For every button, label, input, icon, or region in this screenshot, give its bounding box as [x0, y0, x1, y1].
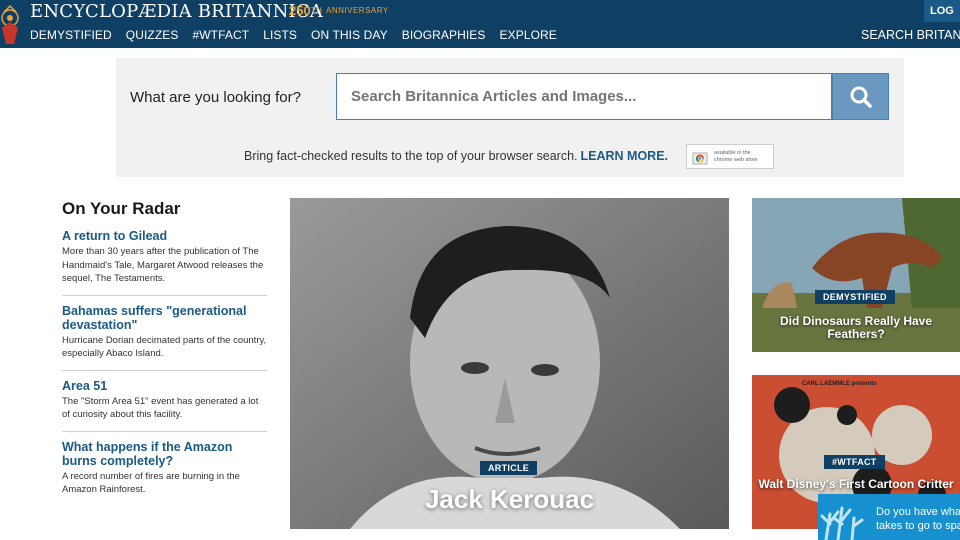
anniversary-suffix: TH — [310, 6, 323, 15]
nav-quizzes[interactable]: QUIZZES — [126, 28, 179, 42]
nav-lists[interactable]: LISTS — [263, 28, 297, 42]
anniversary-text: ANNIVERSARY — [326, 6, 389, 15]
radar-headline[interactable]: What happens if the Amazon burns complet… — [62, 440, 267, 468]
popup-text: Do you have wha takes to go to spa — [876, 505, 960, 533]
radar-headline[interactable]: Bahamas suffers "generational devastatio… — [62, 304, 267, 332]
chrome-badge-text: available in the chrome web store — [714, 150, 758, 164]
login-button[interactable]: LOG — [924, 0, 960, 22]
top-header: ENCYCLOPÆDIA BRITANNICA 250TH ANNIVERSAR… — [0, 0, 960, 48]
popup-line1: Do you have wha — [876, 506, 960, 518]
list-item[interactable]: What happens if the Amazon burns complet… — [62, 440, 267, 506]
promo-popup[interactable]: Do you have wha takes to go to spa — [818, 494, 960, 540]
browser-extension-promo: Bring fact-checked results to the top of… — [244, 149, 668, 163]
britannica-thistle-logo[interactable] — [0, 2, 26, 46]
demystified-badge: DEMYSTIFIED — [815, 290, 895, 304]
nav-wtfact[interactable]: #WTFACT — [192, 28, 249, 42]
radar-heading: On Your Radar — [62, 199, 181, 218]
nav-explore[interactable]: EXPLORE — [500, 28, 557, 42]
learn-more-link[interactable]: LEARN MORE. — [581, 149, 669, 163]
card-title[interactable]: Did Dinosaurs Really Have Feathers? — [752, 315, 960, 341]
featured-article-card[interactable]: ARTICLE Jack Kerouac — [290, 198, 729, 529]
chrome-web-store-badge[interactable]: available in the chrome web store — [686, 144, 774, 169]
search-icon — [850, 86, 872, 108]
poster-caption: CARL LAEMMLE presents — [802, 381, 877, 387]
anniversary-badge: 250TH ANNIVERSARY — [289, 3, 389, 18]
chrome-badge-line2: chrome web store — [714, 157, 758, 163]
nav-search-britannica[interactable]: SEARCH BRITANNICA — [861, 28, 960, 42]
chrome-store-icon — [692, 152, 708, 165]
list-item[interactable]: A return to Gilead More than 30 years af… — [62, 229, 267, 296]
nav-on-this-day[interactable]: ON THIS DAY — [311, 28, 388, 42]
search-button[interactable] — [832, 73, 889, 120]
list-item[interactable]: Area 51 The "Storm Area 51" event has ge… — [62, 379, 267, 432]
wtfact-badge: #WTFACT — [824, 455, 885, 469]
search-panel: What are you looking for? Bring fact-che… — [116, 58, 904, 177]
demystified-card[interactable]: DEMYSTIFIED Did Dinosaurs Really Have Fe… — [752, 198, 960, 352]
search-input[interactable] — [351, 88, 821, 105]
search-prompt: What are you looking for? — [130, 89, 301, 106]
search-box[interactable] — [336, 73, 832, 120]
article-badge: ARTICLE — [480, 461, 538, 475]
portrait-photo — [290, 198, 729, 529]
brand-name[interactable]: ENCYCLOPÆDIA BRITANNICA — [30, 1, 323, 22]
radar-description: Hurricane Dorian decimated parts of the … — [62, 334, 267, 360]
radar-description: A record number of fires are burning in … — [62, 470, 240, 496]
radar-list: A return to Gilead More than 30 years af… — [62, 229, 267, 514]
radar-headline[interactable]: A return to Gilead — [62, 229, 267, 243]
main-nav: DEMYSTIFIED QUIZZES #WTFACT LISTS ON THI… — [30, 28, 571, 42]
coral-icon — [820, 506, 864, 540]
anniversary-number: 250 — [289, 3, 311, 18]
promo-text: Bring fact-checked results to the top of… — [244, 149, 578, 163]
card-title[interactable]: Walt Disney's First Cartoon Critter — [752, 478, 960, 491]
popup-line2: takes to go to spa — [876, 520, 960, 532]
list-item[interactable]: Bahamas suffers "generational devastatio… — [62, 304, 267, 371]
feature-title[interactable]: Jack Kerouac — [290, 484, 729, 515]
nav-demystified[interactable]: DEMYSTIFIED — [30, 28, 112, 42]
nav-biographies[interactable]: BIOGRAPHIES — [402, 28, 486, 42]
radar-description: More than 30 years after the publication… — [62, 246, 264, 284]
chrome-badge-line1: available in the — [714, 150, 751, 156]
radar-headline[interactable]: Area 51 — [62, 379, 267, 393]
radar-description: The "Storm Area 51" event has generated … — [62, 395, 259, 421]
